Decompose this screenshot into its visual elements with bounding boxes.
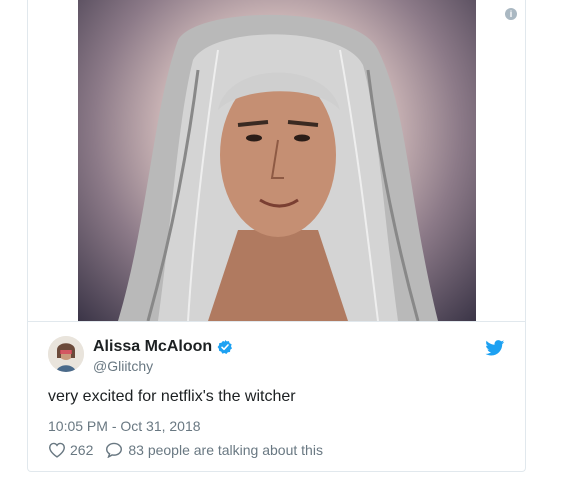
conversation-text[interactable]: 83 people are talking about this — [128, 442, 323, 458]
conversation-link[interactable]: 83 people are talking about this — [105, 442, 323, 458]
author-handle[interactable]: @Gliitchy — [93, 358, 153, 374]
media-divider — [28, 321, 525, 322]
twitter-bird-icon[interactable] — [485, 340, 505, 356]
tweet-embed-card: i Alissa McAloon @Gliitchy very excited … — [27, 0, 526, 472]
tweet-timestamp[interactable]: 10:05 PM - Oct 31, 2018 — [48, 418, 201, 434]
verified-badge-icon — [217, 340, 233, 354]
portrait-image — [118, 14, 438, 321]
heart-icon[interactable] — [48, 442, 66, 458]
author-name[interactable]: Alissa McAloon — [93, 338, 212, 356]
author-name-row[interactable]: Alissa McAloon — [93, 338, 233, 356]
avatar[interactable] — [48, 336, 84, 372]
tweet-media-photo[interactable] — [78, 0, 476, 321]
info-icon[interactable]: i — [505, 8, 517, 20]
reply-bubble-icon — [106, 442, 123, 458]
tweet-text: very excited for netflix's the witcher — [48, 388, 296, 405]
tweet-actions: 262 83 people are talking about this — [48, 442, 323, 458]
like-count[interactable]: 262 — [70, 442, 93, 458]
